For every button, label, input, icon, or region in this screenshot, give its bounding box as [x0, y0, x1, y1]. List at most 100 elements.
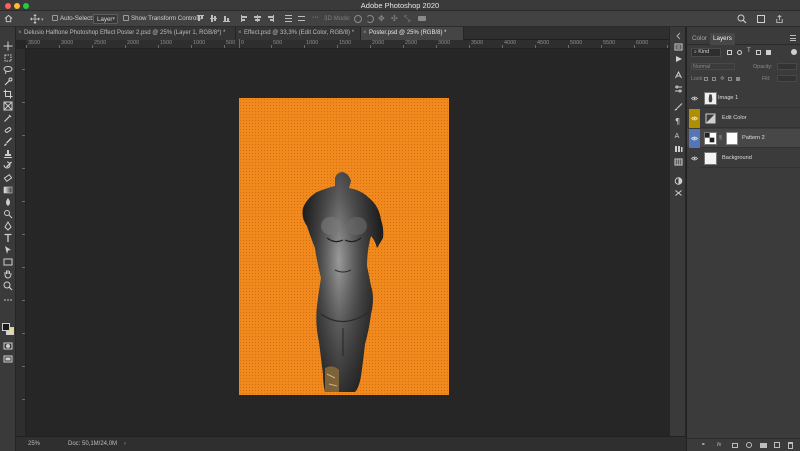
brush-settings-icon[interactable]	[674, 103, 683, 111]
align-left-icon[interactable]	[241, 15, 248, 22]
lasso-tool-icon[interactable]	[3, 65, 13, 75]
link-icon[interactable]: §	[719, 135, 722, 141]
lock-all-icon[interactable]	[736, 77, 740, 81]
fx-icon[interactable]: fx	[717, 442, 721, 448]
close-tab-icon[interactable]: ×	[18, 27, 22, 40]
vertical-ruler[interactable]	[16, 49, 26, 436]
properties-icon[interactable]	[674, 85, 683, 93]
spot-healing-brush-icon[interactable]	[3, 125, 13, 135]
link-layers-icon[interactable]: ⚭	[701, 442, 706, 448]
workspace-icon[interactable]	[757, 15, 765, 23]
align-horizontal-center-icon[interactable]	[254, 15, 261, 22]
history-brush-tool-icon[interactable]	[3, 161, 13, 171]
canvas-area[interactable]	[26, 49, 686, 436]
layer-row-pattern-2[interactable]: § Pattern 2	[687, 129, 800, 148]
layer-row-image-1[interactable]: Image 1	[687, 89, 800, 108]
type-tool-icon[interactable]	[3, 233, 13, 243]
3d-slide-icon[interactable]: ✣	[391, 14, 398, 23]
quick-mask-icon[interactable]	[3, 341, 13, 351]
search-icon[interactable]	[737, 14, 747, 24]
filter-smart-object-icon[interactable]	[766, 50, 771, 55]
hand-tool-icon[interactable]	[3, 269, 13, 279]
frame-tool-icon[interactable]	[3, 101, 13, 111]
styles-icon[interactable]	[674, 189, 683, 197]
trash-icon[interactable]	[788, 442, 793, 449]
panel-menu-icon[interactable]	[790, 35, 796, 41]
filter-shape-icon[interactable]	[756, 50, 761, 55]
align-bottom-icon[interactable]	[223, 15, 230, 22]
layer-visibility-toggle[interactable]	[689, 129, 700, 148]
lock-paint-icon[interactable]	[712, 77, 716, 81]
play-actions-icon[interactable]	[674, 55, 683, 63]
document-canvas[interactable]	[239, 98, 449, 395]
fill-field[interactable]	[777, 75, 797, 82]
artboard-tool-icon[interactable]	[3, 53, 13, 63]
more-tools-icon[interactable]	[3, 295, 13, 305]
tab-color[interactable]: Color	[689, 33, 710, 45]
3d-orbit-icon[interactable]	[354, 15, 362, 23]
move-tool-preset-icon[interactable]	[30, 14, 40, 24]
lock-artboard-icon[interactable]	[728, 77, 732, 81]
new-layer-icon[interactable]	[774, 442, 780, 448]
layer-row-edit-color[interactable]: Edit Color	[687, 109, 800, 128]
tab-effect[interactable]: × Effect.psd @ 33,3% (Edit Color, RGB/8) …	[236, 27, 361, 40]
glyphs-icon[interactable]: A	[674, 131, 683, 139]
screen-mode-icon[interactable]	[3, 354, 13, 364]
quick-selection-tool-icon[interactable]	[3, 77, 13, 87]
gradient-tool-icon[interactable]	[3, 185, 13, 195]
foreground-color-swatch[interactable]	[2, 323, 10, 331]
align-vertical-center-icon[interactable]	[210, 15, 217, 22]
show-transform-controls-checkbox[interactable]: Show Transform Controls	[123, 14, 201, 24]
filter-type-icon[interactable]: T	[747, 48, 751, 54]
libraries-icon[interactable]	[674, 145, 683, 153]
share-icon[interactable]	[775, 14, 784, 24]
lock-position-icon[interactable]: ✥	[720, 76, 725, 82]
opacity-field[interactable]	[777, 63, 797, 70]
zoom-tool-icon[interactable]	[3, 281, 13, 291]
character-icon[interactable]	[674, 71, 683, 79]
tab-layers[interactable]: Layers	[710, 33, 735, 45]
brush-tool-icon[interactable]	[3, 137, 13, 147]
add-mask-icon[interactable]	[732, 443, 738, 448]
align-right-icon[interactable]	[267, 15, 274, 22]
filter-pixel-icon[interactable]	[727, 50, 732, 55]
blur-tool-icon[interactable]	[3, 197, 13, 207]
distribute-top-icon[interactable]	[285, 15, 292, 22]
history-icon[interactable]	[674, 43, 683, 51]
layer-visibility-toggle[interactable]	[689, 89, 700, 108]
chevron-right-icon[interactable]: ›	[124, 441, 126, 447]
align-top-icon[interactable]	[197, 15, 204, 22]
new-group-icon[interactable]	[760, 443, 767, 448]
layer-filter-dropdown[interactable]: ⌕ Kind	[691, 48, 721, 57]
tab-poster[interactable]: × Poster.psd @ 25% (RGB/8) *	[361, 27, 464, 40]
document-size-info[interactable]: Doc: 50,1M/24,0M	[68, 441, 117, 447]
zoom-level[interactable]: 25%	[28, 441, 40, 447]
rectangle-tool-icon[interactable]	[3, 257, 13, 267]
expand-panels-icon[interactable]	[674, 32, 683, 40]
layer-row-background[interactable]: Background	[687, 149, 800, 168]
layer-mask-thumbnail[interactable]	[726, 132, 738, 145]
move-tool-icon[interactable]	[3, 41, 13, 51]
eyedropper-tool-icon[interactable]	[3, 113, 13, 123]
distribute-vertical-icon[interactable]	[298, 15, 305, 22]
home-icon[interactable]	[4, 14, 13, 23]
adjustment-layer-button-icon[interactable]	[746, 442, 752, 448]
layer-visibility-toggle[interactable]	[689, 109, 700, 128]
adjustments-icon[interactable]	[674, 177, 683, 185]
3d-scale-icon[interactable]: ⤡	[404, 14, 410, 24]
3d-pan-icon[interactable]: ✥	[378, 14, 385, 23]
blend-mode-field[interactable]	[691, 63, 735, 70]
swatches-icon[interactable]	[674, 158, 683, 166]
video-camera-icon[interactable]	[418, 16, 426, 21]
horizontal-ruler[interactable]: 3500 3000 2500 2000 1500 1000 500 0 500 …	[26, 39, 686, 49]
path-selection-tool-icon[interactable]	[3, 245, 13, 255]
close-tab-icon[interactable]: ×	[363, 27, 367, 40]
eraser-tool-icon[interactable]	[3, 173, 13, 183]
pen-tool-icon[interactable]	[3, 221, 13, 231]
layer-visibility-toggle[interactable]	[689, 149, 700, 168]
tab-delusio-halftone[interactable]: × Delusio Halftone Photoshop Effect Poste…	[16, 27, 236, 40]
paragraph-icon[interactable]: ¶	[674, 117, 683, 125]
lock-pixels-icon[interactable]	[704, 77, 708, 81]
dodge-tool-icon[interactable]	[3, 209, 13, 219]
crop-tool-icon[interactable]	[3, 89, 13, 99]
